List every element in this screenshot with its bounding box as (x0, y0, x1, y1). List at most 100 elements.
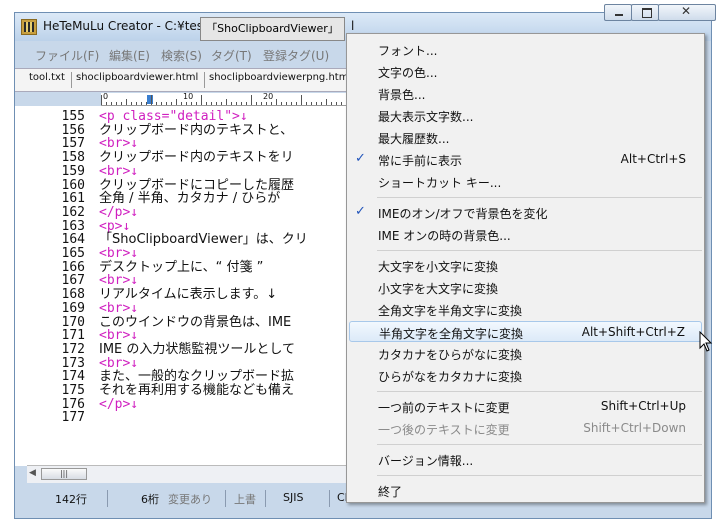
editor-line-text[interactable]: 全角 / 半角、カタカナ / ひらが (99, 192, 280, 205)
menu-item-shortcut: Alt+Shift+Ctrl+Z (581, 325, 685, 339)
editor-line-text[interactable]: クリップボード内のテキストをリ (99, 151, 294, 164)
editor-line-text[interactable]: <br>↓ (99, 329, 138, 342)
context-menu-item[interactable]: ✓ 常に手前に表示 Alt+Ctrl+S (349, 149, 702, 170)
menu-separator (377, 197, 702, 198)
context-menu-item[interactable]: カタカナをひらがなに変換 (349, 343, 702, 364)
menu-item-label: 大文字を小文字に変換 (378, 260, 499, 274)
menu-item-label: 最大履歴数... (378, 132, 450, 146)
editor-line-text[interactable]: <br>↓ (99, 302, 138, 315)
line-number: 173 (61, 355, 85, 371)
window-title-tail: l (351, 19, 355, 33)
menu-item-label: 終了 (378, 485, 403, 499)
context-menu-item[interactable]: 最大履歴数... (349, 127, 702, 148)
status-line: 142行 (55, 493, 87, 506)
editor-line-text[interactable]: また、一般的なクリップボード拡 (99, 370, 294, 383)
tab-file[interactable]: tool.txt (29, 72, 65, 83)
context-menu-item[interactable]: フォント... (349, 39, 702, 60)
menu-separator (377, 475, 702, 476)
editor-line-text[interactable]: クリップボード内のテキストと、 (99, 124, 293, 137)
editor-line-text[interactable]: <p class="detail">↓ (99, 110, 248, 123)
editor-line-text[interactable]: デスクトップ上に、“ 付箋 ” (99, 261, 263, 274)
ruler-label: 0 (103, 92, 109, 101)
editor-line-text[interactable]: リアルタイムに表示します。↓ (99, 288, 277, 301)
tooltip: 「ShoClipboardViewer」 (200, 17, 345, 41)
app-grid-icon[interactable] (21, 19, 37, 35)
context-menu-item[interactable]: ひらがなをカタカナに変換 (349, 365, 702, 386)
horizontal-scrollbar[interactable]: ◀ ||| (27, 465, 355, 483)
menu-item-label: バージョン情報... (378, 454, 474, 468)
status-overwrite: 上書 (234, 493, 256, 506)
editor-line-text[interactable]: 「ShoClipboardViewer」は、クリ (99, 233, 308, 246)
menu-item-label: IME オンの時の背景色... (378, 229, 511, 243)
tab-file[interactable]: shoclipboardviewer.html (76, 72, 198, 83)
text-editor[interactable]: 155 <p class="detail">↓ 156 クリップボード内のテキストと、… (15, 106, 355, 466)
context-menu-item[interactable]: 背景色... (349, 83, 702, 104)
window-title: HeTeMuLu Creator - C:¥tes (43, 19, 204, 33)
editor-line-text[interactable]: <p>↓ (99, 220, 130, 233)
maximize-icon (642, 8, 652, 18)
close-button[interactable]: ✕ (658, 4, 716, 21)
editor-line-text[interactable]: </p>↓ (99, 398, 138, 411)
menu-item-label: 常に手前に表示 (378, 154, 463, 168)
menu-item-label: ひらがなをカタカナに変換 (378, 370, 523, 384)
menu-item[interactable]: ファイル(F) (35, 47, 99, 64)
line-number: 165 (61, 246, 85, 261)
status-encoding: SJIS (283, 491, 304, 504)
menu-item[interactable]: 登録タグ(U) (263, 47, 329, 64)
line-number: 163 (61, 218, 85, 234)
minimize-icon (615, 14, 623, 16)
window-controls: ✕ (604, 4, 717, 21)
editor-line-text[interactable]: </p>↓ (99, 206, 138, 219)
menu-item-label: フォント... (378, 44, 438, 58)
context-menu-item[interactable]: 終了 (349, 480, 702, 501)
line-number: 164 (61, 232, 85, 248)
line-number: 159 (61, 163, 85, 179)
context-menu-item[interactable]: 全角文字を半角文字に変換 (349, 299, 702, 320)
line-number: 157 (61, 136, 85, 152)
menu-separator (377, 391, 702, 392)
line-number: 170 (61, 314, 85, 330)
menu-item[interactable]: 編集(E) (109, 47, 150, 64)
editor-line-text[interactable]: <br>↓ (99, 137, 138, 150)
scroll-left-icon[interactable]: ◀ (29, 468, 36, 478)
context-menu-item[interactable]: ✓ IMEのオン/オフで背景色を変化 (349, 202, 702, 223)
menu-item-label: 小文字を大文字に変換 (378, 282, 499, 296)
tab-file[interactable]: shoclipboardviewerpng.htm (209, 72, 348, 83)
file-tabs: tool.txt shoclipboardviewer.html shoclipbo… (15, 68, 355, 92)
check-icon: ✓ (355, 204, 366, 219)
menu-separator (377, 250, 702, 251)
editor-line-text[interactable]: <br>↓ (99, 274, 138, 287)
ruler-label: 20 (263, 92, 274, 101)
editor-line-text[interactable]: <br>↓ (99, 357, 138, 370)
editor-line-text[interactable]: <br>↓ (99, 247, 138, 260)
editor-line-text[interactable]: クリップボードにコピーした履歴 (99, 179, 294, 192)
status-modified: 変更あり (168, 493, 212, 506)
context-menu-item[interactable]: 半角文字を全角文字に変換 Alt+Shift+Ctrl+Z (349, 321, 702, 342)
context-menu-item[interactable]: 大文字を小文字に変換 (349, 255, 702, 276)
menu-item-shortcut: Alt+Ctrl+S (620, 152, 686, 166)
context-menu-item[interactable]: 小文字を大文字に変換 (349, 277, 702, 298)
context-menu-item[interactable]: 最大表示文字数... (349, 105, 702, 126)
menu-item[interactable]: 検索(S) (161, 47, 202, 64)
editor-line-text[interactable]: それを再利用する機能なども備え (99, 384, 294, 397)
line-number: 169 (61, 300, 85, 316)
scroll-thumb[interactable]: ||| (41, 468, 87, 480)
editor-line-text[interactable]: このウインドウの背景色は、IME (99, 316, 291, 329)
menu-item-label: ショートカット キー... (378, 176, 502, 190)
context-menu-item[interactable]: ショートカット キー... (349, 171, 702, 192)
context-menu-item[interactable]: バージョン情報... (349, 449, 702, 470)
editor-line-text[interactable]: IME の入力状態監視ツールとして (99, 343, 295, 356)
menu-item-label: IMEのオン/オフで背景色を変化 (378, 207, 548, 221)
line-number: 172 (61, 341, 85, 357)
maximize-button[interactable] (631, 4, 659, 21)
editor-line-text[interactable]: <br>↓ (99, 165, 138, 178)
context-menu-item[interactable]: 一つ後のテキストに変更 Shift+Ctrl+Down (349, 418, 702, 439)
context-menu-item[interactable]: IME オンの時の背景色... (349, 224, 702, 245)
menu-item[interactable]: タグ(T) (211, 47, 252, 64)
menu-bar: ファイル(F) 編集(E) 検索(S) タグ(T) 登録タグ(U) (15, 43, 355, 65)
ruler-label: 10 (183, 92, 194, 101)
context-menu-item[interactable]: 一つ前のテキストに変更 Shift+Ctrl+Up (349, 396, 702, 417)
menu-item-shortcut: Shift+Ctrl+Down (583, 421, 686, 435)
context-menu-item[interactable]: 文字の色... (349, 61, 702, 82)
minimize-button[interactable] (604, 4, 632, 21)
